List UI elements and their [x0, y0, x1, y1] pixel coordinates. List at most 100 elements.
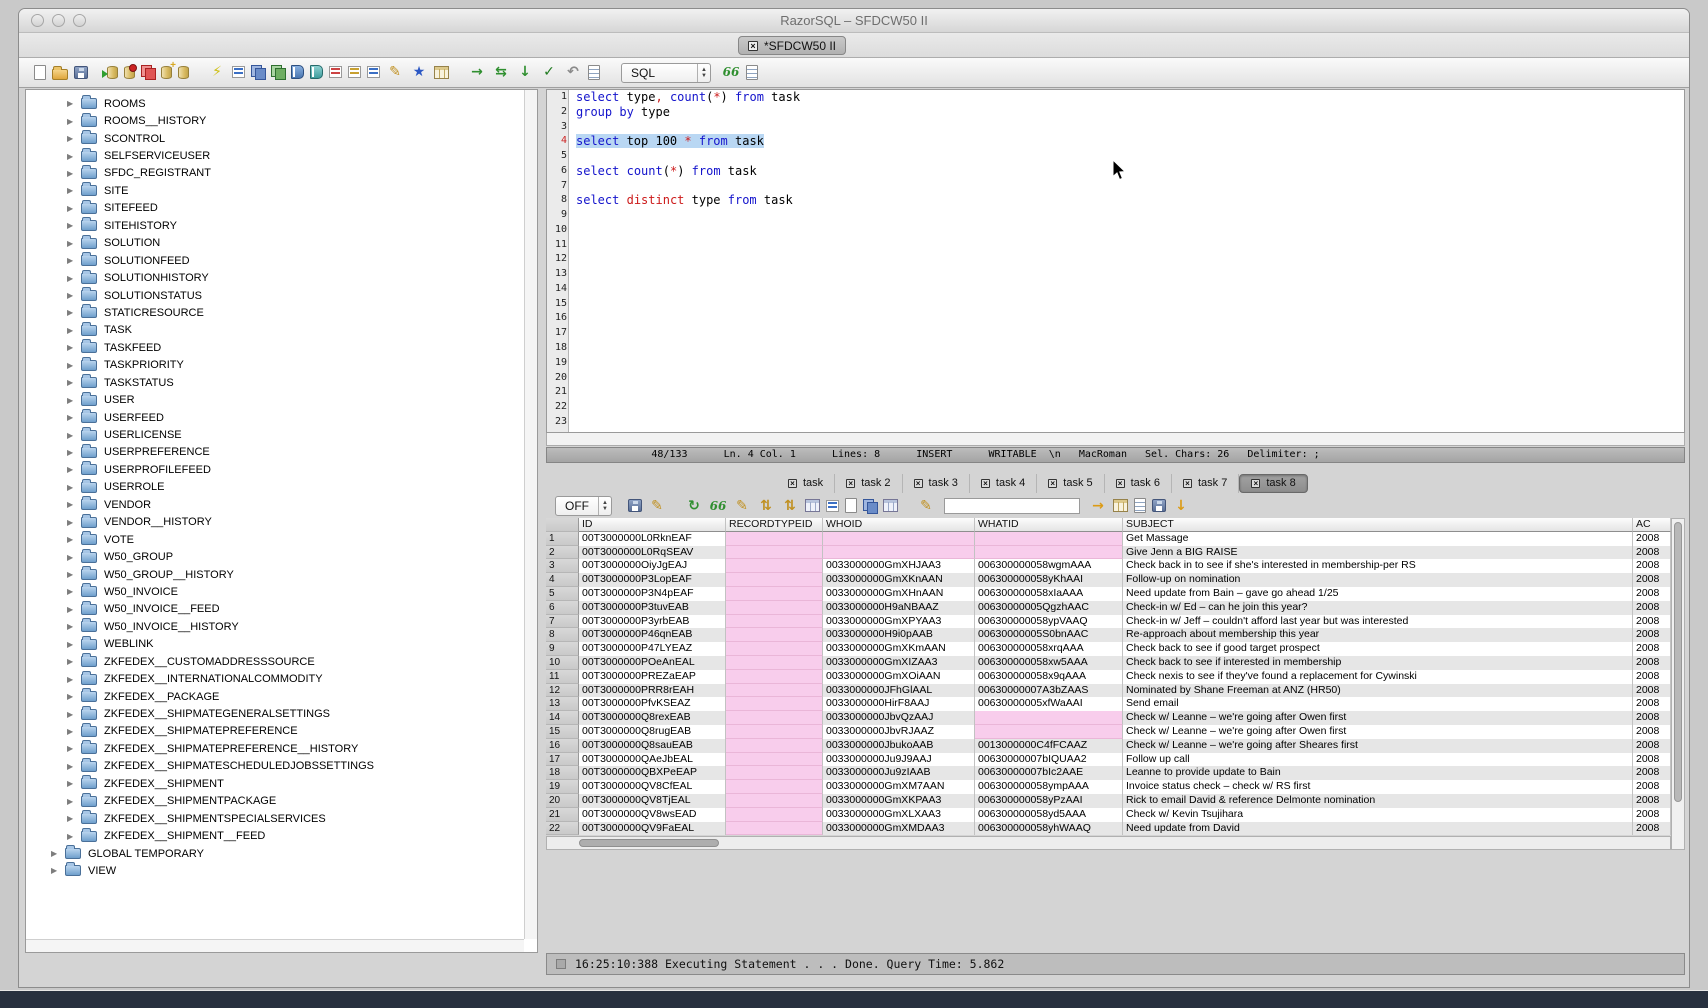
results-vertical-scrollbar[interactable] — [1671, 518, 1685, 850]
results-horizontal-scrollbar[interactable] — [546, 836, 1671, 850]
column-header-ac[interactable]: AC — [1633, 518, 1671, 532]
table-cell[interactable]: Invoice status check – check w/ RS first — [1123, 780, 1633, 794]
disclosure-triangle-icon[interactable]: ▶ — [67, 256, 81, 265]
disclosure-triangle-icon[interactable]: ▶ — [67, 797, 81, 806]
table-cell[interactable]: 0033000000JbvRJAAZ — [823, 725, 975, 739]
row-number[interactable]: 22 — [546, 822, 579, 836]
null-cell[interactable] — [726, 766, 823, 780]
zoom-window-icon[interactable] — [73, 14, 86, 27]
table-cell[interactable]: 0033000000GmXHJAA3 — [823, 559, 975, 573]
disclosure-triangle-icon[interactable]: ▶ — [67, 814, 81, 823]
table-cell[interactable]: Check w/ Leanne – we're going after Owen… — [1123, 711, 1633, 725]
table-cell[interactable]: 006300000058yPzAAI — [975, 794, 1123, 808]
table-row[interactable]: 700T3000000P3yrbEAB0033000000GmXPYAA3006… — [546, 615, 1671, 629]
disclosure-triangle-icon[interactable]: ▶ — [67, 465, 81, 474]
results-tab-task-7[interactable]: ×task 7 — [1172, 474, 1239, 493]
table-row[interactable]: 1900T3000000QV8CfEAL0033000000GmXM7AAN00… — [546, 780, 1671, 794]
disclosure-triangle-icon[interactable]: ▶ — [67, 431, 81, 440]
sidebar-item-vote[interactable]: ▶VOTE — [26, 531, 537, 548]
close-tab-icon[interactable]: × — [1183, 479, 1192, 488]
sql-editor[interactable]: 1select type, count(*) from task2group b… — [546, 89, 1685, 433]
disclosure-triangle-icon[interactable]: ▶ — [67, 378, 81, 387]
table-cell[interactable]: 00T3000000P47LYEAZ — [579, 642, 726, 656]
editor-line-2[interactable]: 2group by type — [547, 105, 1684, 120]
editor-horizontal-scrollbar[interactable] — [546, 433, 1685, 446]
table-cell[interactable]: 2008 — [1633, 794, 1671, 808]
edit-table-data-icon[interactable] — [291, 65, 304, 79]
table-cell[interactable]: 2008 — [1633, 615, 1671, 629]
sidebar-item-selfserviceuser[interactable]: ▶SELFSERVICEUSER — [26, 147, 537, 164]
disclosure-triangle-icon[interactable]: ▶ — [67, 186, 81, 195]
table-cell[interactable]: 2008 — [1633, 628, 1671, 642]
table-cell[interactable]: 2008 — [1633, 670, 1671, 684]
disclosure-triangle-icon[interactable]: ▶ — [67, 727, 81, 736]
table-row[interactable]: 200T3000000L0RqSEAVGive Jenn a BIG RAISE… — [546, 546, 1671, 560]
table-cell[interactable]: 0033000000GmXKnAAN — [823, 573, 975, 587]
table-cell[interactable]: 0033000000Ju9J9AAJ — [823, 753, 975, 767]
editor-line-23[interactable]: 23 — [547, 415, 1684, 430]
sidebar-item-w50-invoice[interactable]: ▶W50_INVOICE — [26, 583, 537, 600]
editor-line-9[interactable]: 9 — [547, 208, 1684, 223]
table-cell[interactable]: 006300000058yKhAAI — [975, 573, 1123, 587]
notes-icon[interactable] — [1134, 498, 1146, 513]
table-row[interactable]: 1300T3000000PfvKSEAZ0033000000HirF8AAJ00… — [546, 697, 1671, 711]
table-cell[interactable]: 006300000058xw5AAA — [975, 656, 1123, 670]
fetch-more-icon[interactable]: ↓ — [516, 63, 534, 81]
disclosure-triangle-icon[interactable]: ▶ — [67, 396, 81, 405]
table-cell[interactable]: 00630000005S0bnAAC — [975, 628, 1123, 642]
disclosure-triangle-icon[interactable]: ▶ — [67, 221, 81, 230]
editor-line-4[interactable]: 4select top 100 * from task — [547, 134, 1684, 149]
editor-line-15[interactable]: 15 — [547, 297, 1684, 312]
null-cell[interactable] — [975, 546, 1123, 560]
table-cell[interactable]: 00T3000000PRR8rEAH — [579, 684, 726, 698]
titlebar[interactable]: RazorSQL – SFDCW50 II — [19, 9, 1689, 33]
table-row[interactable]: 900T3000000P47LYEAZ0033000000GmXKmAAN006… — [546, 642, 1671, 656]
sidebar-item-sitefeed[interactable]: ▶SITEFEED — [26, 200, 537, 217]
table-cell[interactable]: 00T3000000QAeJbEAL — [579, 753, 726, 767]
editor-line-19[interactable]: 19 — [547, 356, 1684, 371]
table-cell[interactable]: 00630000007bIQUAA2 — [975, 753, 1123, 767]
table-cell[interactable]: Check nexis to see if they've found a re… — [1123, 670, 1633, 684]
row-number[interactable]: 2 — [546, 546, 579, 560]
table-row[interactable]: 1000T3000000POeAnEAL0033000000GmXIZAA300… — [546, 656, 1671, 670]
table-cell[interactable]: Follow up call — [1123, 753, 1633, 767]
open-file-icon[interactable] — [52, 69, 68, 80]
disclosure-triangle-icon[interactable]: ▶ — [67, 239, 81, 248]
table-cell[interactable]: 2008 — [1633, 822, 1671, 836]
view-log-icon[interactable] — [588, 65, 600, 80]
row-number[interactable]: 5 — [546, 587, 579, 601]
table-cell[interactable]: 2008 — [1633, 573, 1671, 587]
table-cell[interactable]: 00630000007bIc2AAE — [975, 766, 1123, 780]
table-cell[interactable]: 2008 — [1633, 546, 1671, 560]
commit-icon[interactable]: ✓ — [540, 63, 558, 81]
table-row[interactable]: 500T3000000P3N4pEAF0033000000GmXHnAAN006… — [546, 587, 1671, 601]
disclosure-triangle-icon[interactable]: ▶ — [67, 535, 81, 544]
table-row[interactable]: 2200T3000000QV9FaEAL0033000000GmXMDAA300… — [546, 822, 1671, 836]
connect-icon[interactable] — [107, 66, 118, 79]
table-cell[interactable]: 006300000058yd5AAA — [975, 808, 1123, 822]
null-cell[interactable] — [726, 587, 823, 601]
disclosure-triangle-icon[interactable]: ▶ — [67, 692, 81, 701]
table-cell[interactable]: 0033000000HirF8AAJ — [823, 697, 975, 711]
sort-results-icon[interactable] — [348, 66, 361, 78]
row-number[interactable]: 8 — [546, 628, 579, 642]
table-row[interactable]: 100T3000000L0RknEAFGet Massage2008 — [546, 532, 1671, 546]
row-number[interactable]: 11 — [546, 670, 579, 684]
sidebar-item-zkfedex-shipmatepreference[interactable]: ▶ZKFEDEX__SHIPMATEPREFERENCE — [26, 723, 537, 740]
row-number[interactable]: 15 — [546, 725, 579, 739]
save-results-icon[interactable] — [628, 499, 642, 512]
export-data-icon[interactable] — [251, 65, 265, 79]
execute-forward-icon[interactable]: → — [468, 63, 486, 81]
table-row[interactable]: 400T3000000P3LopEAF0033000000GmXKnAAN006… — [546, 573, 1671, 587]
disclosure-triangle-icon[interactable]: ▶ — [51, 849, 65, 858]
statement-type-select[interactable]: SQL ▲▼ — [621, 63, 711, 83]
table-cell[interactable]: 00T3000000POeAnEAL — [579, 656, 726, 670]
disclosure-triangle-icon[interactable]: ▶ — [67, 413, 81, 422]
table-cell[interactable]: 00T3000000QV8wsEAD — [579, 808, 726, 822]
comment-icon[interactable]: 66 — [722, 63, 740, 81]
column-header-recordtypeid[interactable]: RECORDTYPEID — [726, 518, 823, 532]
refresh-results-icon[interactable]: ↻ — [685, 497, 703, 515]
null-cell[interactable] — [726, 656, 823, 670]
sidebar-item-w50-invoice-feed[interactable]: ▶W50_INVOICE__FEED — [26, 601, 537, 618]
editor-line-20[interactable]: 20 — [547, 371, 1684, 386]
